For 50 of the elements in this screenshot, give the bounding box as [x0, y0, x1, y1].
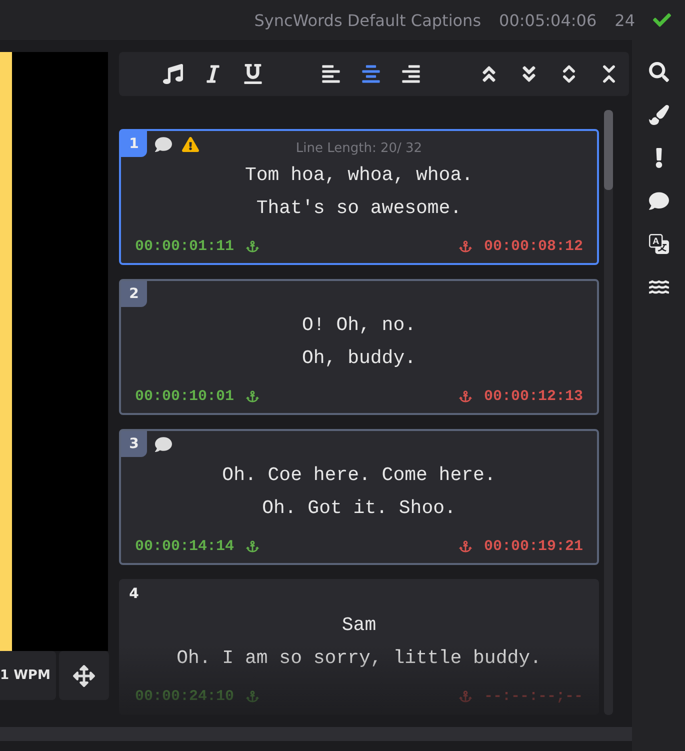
anchor-icon[interactable] [458, 540, 472, 553]
caption-text: Sam [342, 614, 376, 636]
caption-text: Oh. Coe here. Come here. [222, 464, 496, 486]
caption-text: Tom hoa, whoa, whoa. [244, 164, 474, 186]
music-icon [163, 64, 183, 84]
anchor-icon[interactable] [246, 390, 260, 403]
caption-text: Oh, buddy. [302, 347, 416, 369]
wpm-indicator: 1 WPM [0, 651, 56, 700]
paintbrush-button[interactable] [648, 105, 668, 125]
end-timecode: --:--:--;-- [484, 688, 583, 705]
anchor-icon[interactable] [246, 240, 260, 253]
translate-icon [648, 234, 668, 254]
caption-text: O! Oh, no. [302, 314, 416, 336]
caption-text: That's so awesome. [256, 197, 462, 219]
speech-bubble-icon [648, 191, 668, 211]
caption-text: Oh. I am so sorry, little buddy. [176, 647, 542, 669]
timecode: 00:05:04:06 [499, 10, 597, 30]
caption-card[interactable]: 3 Oh. Coe here. Come here. Oh. Got it. Shoo. 00:00:14:14 00:00:19:21 [119, 429, 599, 565]
start-timecode: 00:00:24:10 [135, 688, 234, 705]
line-length: Line Length: 20/ 32 [296, 141, 422, 156]
align-center-icon [361, 64, 381, 84]
end-timecode: 00:00:08:12 [484, 238, 583, 255]
caption-set-title: SyncWords Default Captions [254, 10, 482, 30]
end-timecode: 00:00:12:13 [484, 388, 583, 405]
caption-number: 4 [128, 585, 140, 604]
caption-number: 3 [121, 431, 147, 457]
scrollbar[interactable] [604, 110, 613, 715]
caption-number: 1 [121, 131, 147, 157]
align-left-icon [321, 64, 341, 84]
caption-text: Oh. Got it. Shoo. [262, 497, 456, 519]
caption-card[interactable]: 1 Line Length: 20/ 32 Tom hoa, whoa, whoa. That's so awesome. 00:00:01:11 00:00:08:12 [119, 129, 599, 265]
caption-card[interactable]: 2 O! Oh, no. Oh, buddy. 00:00:10:01 00:00:12:13 [119, 279, 599, 415]
anchor-icon[interactable] [246, 540, 260, 553]
move-icon [73, 664, 95, 686]
align-right-icon [401, 64, 421, 84]
frame-rate: 24 [614, 10, 635, 30]
anchor-icon[interactable] [458, 240, 472, 253]
start-timecode: 00:00:14:14 [135, 538, 234, 555]
end-timecode: 00:00:19:21 [484, 538, 583, 555]
start-timecode: 00:00:10:01 [135, 388, 234, 405]
move-button[interactable] [59, 651, 109, 700]
anchor-icon[interactable] [458, 390, 472, 403]
speech-bubble-button[interactable] [648, 191, 668, 211]
underline-icon [243, 64, 263, 84]
start-timecode: 00:00:01:11 [135, 238, 234, 255]
paintbrush-icon [648, 105, 668, 125]
caption-number: 2 [121, 281, 147, 307]
search-button[interactable] [648, 62, 668, 82]
translate-button[interactable] [648, 234, 668, 254]
search-icon [648, 62, 668, 82]
